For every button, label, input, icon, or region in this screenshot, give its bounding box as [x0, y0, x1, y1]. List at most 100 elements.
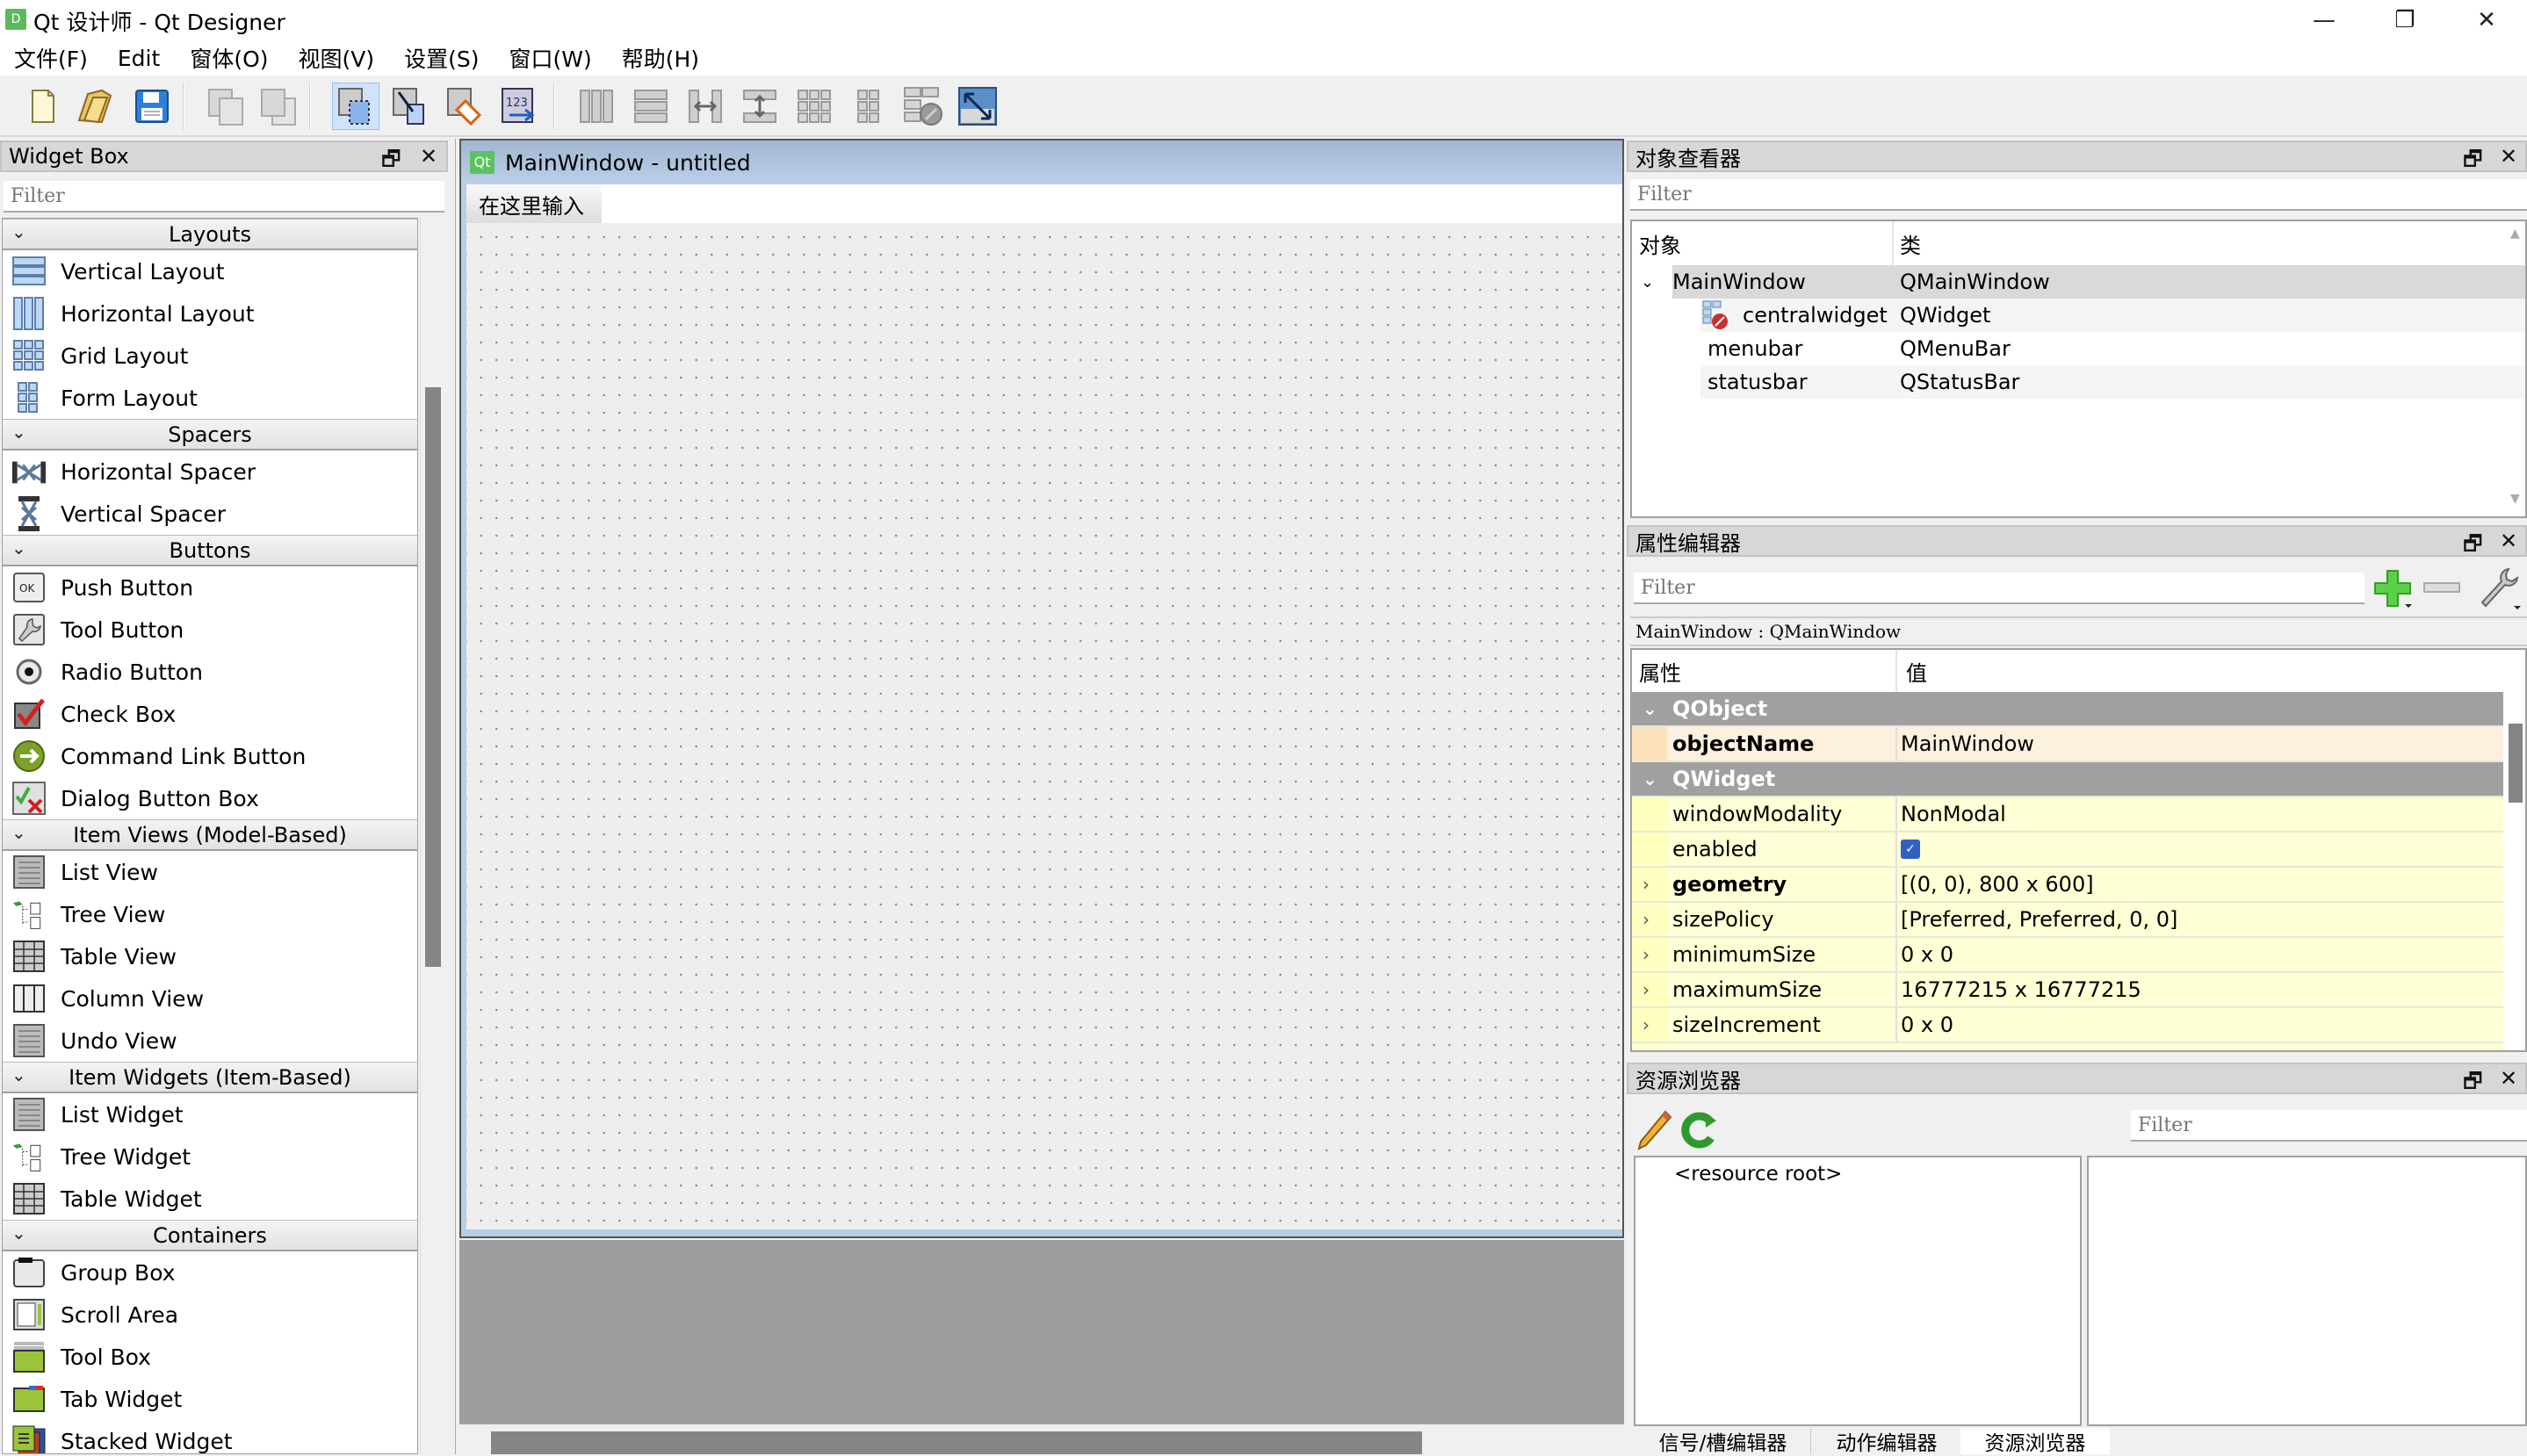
widget-item-tree-widget[interactable]: Tree Widget: [3, 1135, 417, 1178]
float-icon[interactable]: 🗗: [381, 144, 401, 180]
widget-item-list-widget[interactable]: List Widget: [3, 1093, 417, 1135]
property-value[interactable]: 0 x 0: [1901, 1013, 1953, 1037]
maximize-button[interactable]: ❐: [2365, 0, 2445, 40]
widget-item-group-box[interactable]: Group Box: [3, 1251, 417, 1294]
widget-item-radio-button[interactable]: Radio Button: [3, 651, 417, 693]
widget-item-horizontal-spacer[interactable]: Horizontal Spacer: [3, 450, 417, 493]
edit-buddies-button[interactable]: [441, 83, 488, 130]
property-value[interactable]: [Preferred, Preferred, 0, 0]: [1901, 907, 2177, 932]
edit-signals-slots-button[interactable]: [386, 83, 434, 130]
tab-resource-browser[interactable]: 资源浏览器: [1960, 1428, 2110, 1455]
send-to-back-button[interactable]: [256, 83, 304, 130]
property-row-enabled[interactable]: enabled ✓: [1632, 833, 2503, 868]
lay-out-vertical-splitter-button[interactable]: [736, 83, 783, 130]
add-dynamic-property-button[interactable]: [2370, 566, 2415, 611]
menu-view[interactable]: 视图(V): [299, 42, 391, 74]
edit-widgets-button[interactable]: [332, 83, 379, 130]
widget-item-list-view[interactable]: List View: [3, 851, 417, 893]
close-icon[interactable]: ✕: [2500, 529, 2517, 553]
bring-to-front-button[interactable]: [204, 83, 251, 130]
column-object[interactable]: 对象: [1639, 228, 1681, 259]
property-row-geometry[interactable]: › geometry [(0, 0), 800 x 600]: [1632, 868, 2503, 903]
menu-edit[interactable]: Edit: [118, 46, 176, 71]
scroll-down-icon[interactable]: ▼: [2510, 492, 2520, 506]
widget-item-tool-button[interactable]: Tool Button: [3, 609, 417, 651]
property-row-objectName[interactable]: objectName MainWindow: [1632, 727, 2503, 762]
lay-out-vertically-button[interactable]: [627, 83, 675, 130]
new-form-button[interactable]: [19, 83, 67, 130]
save-form-button[interactable]: [128, 83, 176, 130]
menu-help[interactable]: 帮助(H): [622, 42, 715, 74]
tab-action-editor[interactable]: 动作编辑器: [1813, 1428, 1960, 1455]
chevron-right-icon[interactable]: ›: [1643, 979, 1650, 1000]
category-containers[interactable]: ⌄ Containers: [3, 1220, 417, 1251]
minimize-button[interactable]: —: [2284, 0, 2365, 40]
widget-box-filter-input[interactable]: [4, 181, 444, 213]
widget-item-dialog-button-box[interactable]: Dialog Button Box: [3, 777, 417, 819]
property-group-qobject[interactable]: ⌄ QObject: [1632, 692, 2503, 727]
property-scroll-thumb[interactable]: [2509, 724, 2523, 803]
widget-item-horizontal-layout[interactable]: Horizontal Layout: [3, 292, 417, 335]
column-value[interactable]: 值: [1906, 656, 1927, 687]
configure-property-editor-button[interactable]: [2473, 564, 2523, 613]
property-value[interactable]: 0 x 0: [1901, 942, 1953, 967]
chevron-right-icon[interactable]: ›: [1643, 1014, 1650, 1035]
property-group-qwidget[interactable]: ⌄ QWidget: [1632, 762, 2503, 797]
widget-item-check-box[interactable]: Check Box: [3, 693, 417, 735]
horizontal-scroll-thumb[interactable]: [491, 1431, 1422, 1454]
form-window[interactable]: Qt MainWindow - untitled 在这里输入: [459, 139, 1624, 1238]
object-inspector-filter-input[interactable]: [1630, 179, 2527, 211]
type-here-menu-item[interactable]: 在这里输入: [466, 184, 602, 223]
close-icon[interactable]: ✕: [2500, 144, 2517, 169]
lay-out-horizontal-splitter-button[interactable]: [682, 83, 729, 130]
widget-item-table-view[interactable]: Table View: [3, 935, 417, 977]
property-value[interactable]: MainWindow: [1901, 732, 2034, 756]
category-item-views-model-based[interactable]: ⌄ Item Views (Model-Based): [3, 819, 417, 851]
property-row-minimumSize[interactable]: › minimumSize 0 x 0: [1632, 938, 2503, 973]
resource-filter-input[interactable]: [2131, 1110, 2527, 1142]
widget-item-undo-view[interactable]: Undo View: [3, 1020, 417, 1062]
object-tree-scrollbar[interactable]: ▲ ▼: [2507, 223, 2526, 515]
widget-item-push-button[interactable]: OK Push Button: [3, 566, 417, 609]
object-tree-row[interactable]: menubar QMenuBar: [1632, 332, 2525, 365]
chevron-right-icon[interactable]: ›: [1643, 909, 1650, 930]
category-buttons[interactable]: ⌄ Buttons: [3, 535, 417, 566]
widget-item-tree-view[interactable]: Tree View: [3, 893, 417, 935]
open-form-button[interactable]: [72, 83, 119, 130]
property-row-windowModality[interactable]: windowModality NonModal: [1632, 797, 2503, 833]
chevron-right-icon[interactable]: ›: [1643, 874, 1650, 895]
float-icon[interactable]: 🗗: [2463, 529, 2483, 565]
widget-item-column-view[interactable]: Column View: [3, 977, 417, 1020]
lay-out-horizontally-button[interactable]: [573, 83, 620, 130]
widget-item-command-link[interactable]: Command Link Button: [3, 735, 417, 777]
column-property[interactable]: 属性: [1639, 656, 1681, 687]
menu-form[interactable]: 窗体(O): [190, 42, 284, 74]
lay-out-grid-button[interactable]: [791, 83, 838, 130]
form-title-bar[interactable]: Qt MainWindow - untitled: [461, 141, 1622, 184]
object-tree-row[interactable]: ⌄ MainWindow QMainWindow: [1632, 265, 2525, 299]
resource-root-item[interactable]: <resource root>: [1674, 1163, 1842, 1186]
widget-item-grid-layout[interactable]: Grid Layout: [3, 335, 417, 377]
widget-item-stacked-widget[interactable]: Stacked Widget: [3, 1420, 417, 1453]
edit-tab-order-button[interactable]: 123: [495, 83, 543, 130]
tab-signal-slot-editor[interactable]: 信号/槽编辑器: [1635, 1428, 1811, 1455]
menu-window[interactable]: 窗口(W): [509, 42, 608, 74]
category-spacers[interactable]: ⌄ Spacers: [3, 419, 417, 450]
expand-chevron-icon[interactable]: ⌄: [1641, 273, 1654, 292]
menu-file[interactable]: 文件(F): [14, 42, 104, 74]
reload-resources-button[interactable]: [1679, 1108, 1718, 1150]
lay-out-form-button[interactable]: [845, 83, 892, 130]
widget-item-table-widget[interactable]: Table Widget: [3, 1178, 417, 1220]
widget-item-form-layout[interactable]: Form Layout: [3, 377, 417, 419]
category-layouts[interactable]: ⌄ Layouts: [3, 219, 417, 250]
horizontal-scrollbar[interactable]: [459, 1424, 1624, 1454]
edit-resources-button[interactable]: [1635, 1108, 1674, 1150]
close-icon[interactable]: ✕: [2500, 1066, 2517, 1091]
object-tree-row[interactable]: statusbar QStatusBar: [1632, 365, 2525, 399]
chevron-right-icon[interactable]: ›: [1643, 944, 1650, 965]
float-icon[interactable]: 🗗: [2463, 1066, 2483, 1102]
widget-item-tab-widget[interactable]: Tab Widget: [3, 1378, 417, 1420]
float-icon[interactable]: 🗗: [2463, 144, 2483, 180]
category-item-widgets-item-based[interactable]: ⌄ Item Widgets (Item-Based): [3, 1062, 417, 1093]
widget-box-scroll-thumb[interactable]: [425, 387, 441, 967]
